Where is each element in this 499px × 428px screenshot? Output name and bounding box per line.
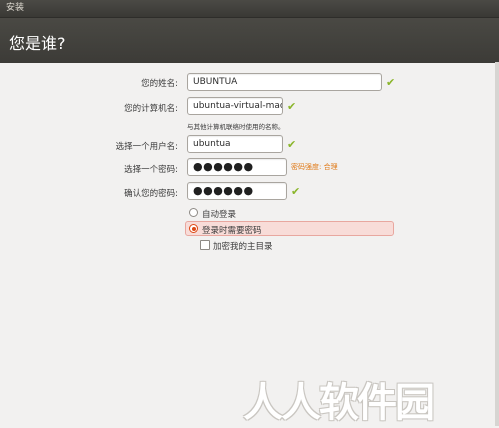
password-field[interactable]: ●●●●●● <box>187 158 287 176</box>
auto-login-radio[interactable] <box>189 208 198 217</box>
password-label: 选择一个密码: <box>124 165 178 175</box>
name-valid-icon: ✔ <box>386 76 396 89</box>
computer-name-label: 您的计算机名: <box>124 104 178 114</box>
computer-name-field[interactable]: ubuntua-virtual-mach <box>187 97 283 115</box>
confirm-password-valid-icon: ✔ <box>291 185 301 198</box>
auto-login-label[interactable]: 自动登录 <box>202 208 236 220</box>
name-field[interactable]: UBUNTUA <box>187 73 382 91</box>
window-titlebar: 安装 <box>0 0 499 17</box>
window-edge <box>495 62 499 426</box>
password-strength: 密码强度: 合理 <box>291 163 338 171</box>
encrypt-home-checkbox[interactable] <box>200 240 210 250</box>
page-title: 您是谁? <box>9 34 66 53</box>
page-header: 您是谁? <box>0 17 499 63</box>
name-label: 您的姓名: <box>141 79 178 89</box>
confirm-password-label: 确认您的密码: <box>124 189 178 199</box>
computer-name-hint: 与其他计算机联络时使用的名称。 <box>187 123 285 131</box>
require-password-radio[interactable] <box>189 224 198 233</box>
computer-name-valid-icon: ✔ <box>287 100 297 113</box>
confirm-password-field[interactable]: ●●●●●● <box>187 182 287 200</box>
encrypt-home-label[interactable]: 加密我的主目录 <box>213 240 273 252</box>
username-label: 选择一个用户名: <box>115 142 178 152</box>
username-valid-icon: ✔ <box>287 138 297 151</box>
username-field[interactable]: ubuntua <box>187 135 283 153</box>
watermark-logo: 人人软件园 <box>243 380 435 426</box>
require-password-label[interactable]: 登录时需要密码 <box>202 224 262 236</box>
window-title: 安装 <box>6 3 25 13</box>
